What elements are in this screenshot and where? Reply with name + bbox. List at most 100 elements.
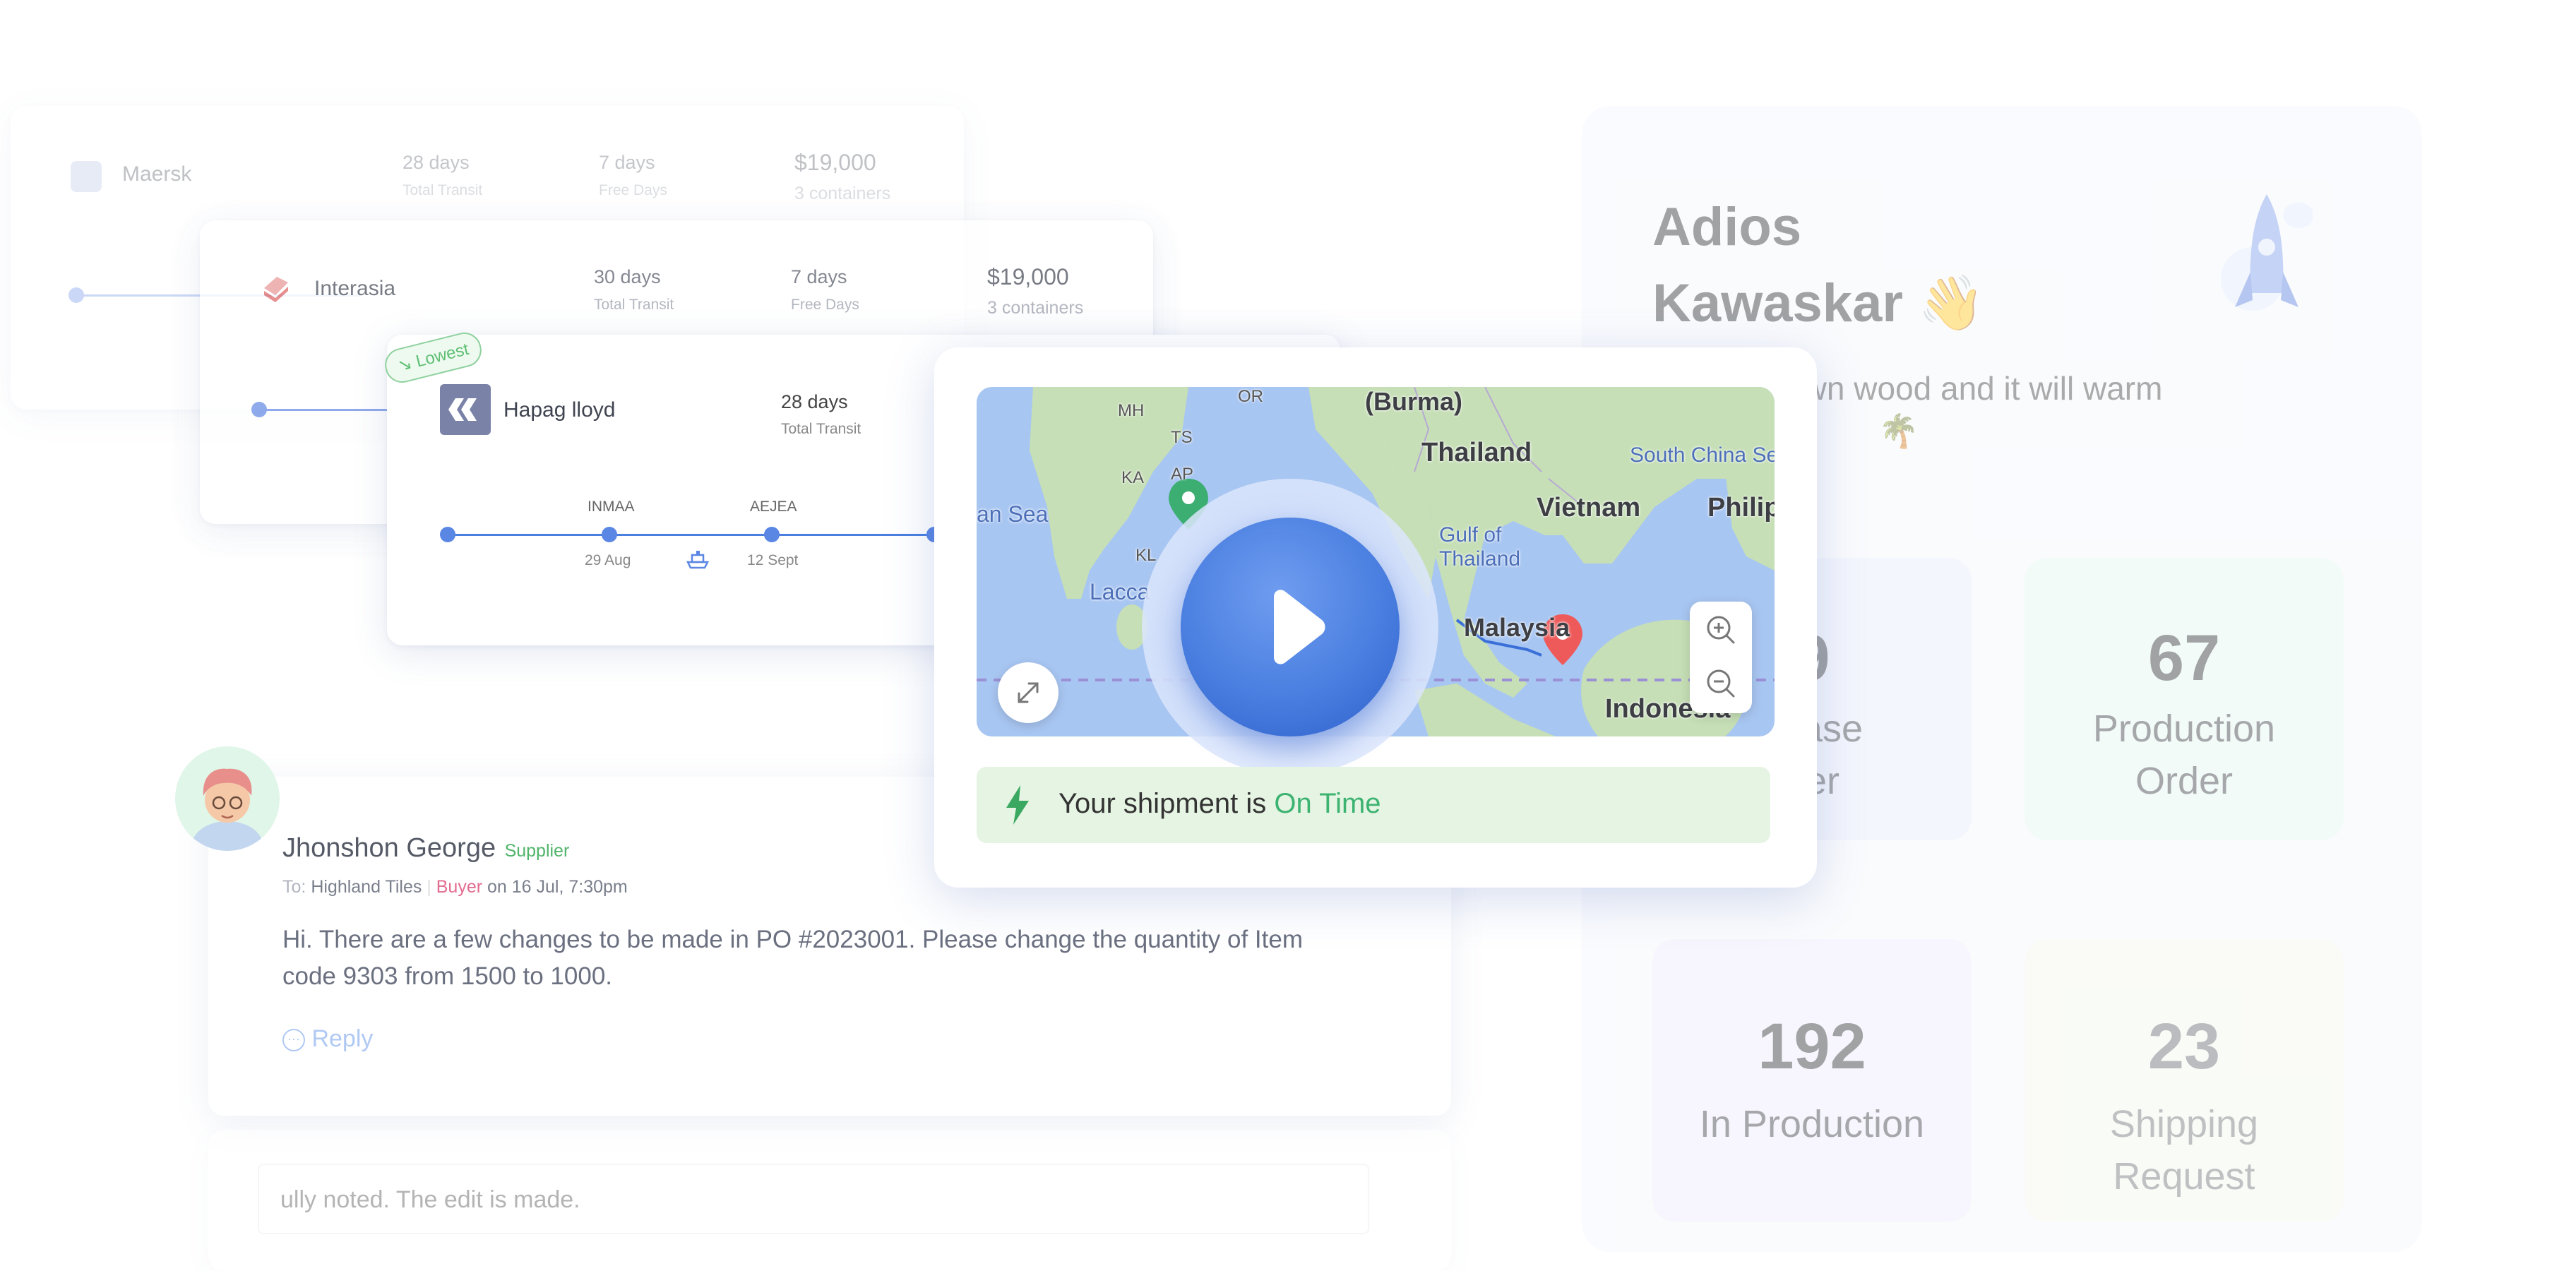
sender-name-text: Jhonshon George xyxy=(282,833,496,863)
stat-label-2: Request xyxy=(2113,1155,2255,1198)
map-label-south-china-sea: South China Sea xyxy=(1630,443,1775,467)
containers: 3 containers xyxy=(794,184,891,203)
map-label-philippines: Philip xyxy=(1707,493,1775,523)
zoom-controls xyxy=(1690,602,1752,713)
status-prefix: Your shipment is xyxy=(1059,788,1267,819)
transit-label: Total Transit xyxy=(402,182,483,198)
map-label-laccadive-sea: Lacca xyxy=(1090,579,1150,604)
map-label-ka: KA xyxy=(1121,468,1145,487)
sender-role-badge: Supplier xyxy=(504,841,570,861)
rocket-icon xyxy=(2214,194,2314,335)
stop-code-inmaa: INMAA xyxy=(588,499,635,515)
zoom-in-button[interactable] xyxy=(1700,609,1742,651)
recipient-name: Highland Tiles xyxy=(311,877,422,897)
message-body: Hi. There are a few changes to be made i… xyxy=(282,926,1303,990)
wave-emoji: 👋 xyxy=(1918,273,1985,333)
map-label-gulf-thailand: Gulf of Thailand xyxy=(1439,523,1538,571)
reply-icon: ··· xyxy=(282,1029,305,1052)
greeting-line-1: Adios xyxy=(1652,197,1802,257)
lowest-label: Lowest xyxy=(414,339,471,371)
route-dot xyxy=(251,402,267,417)
quote-line-1: r own wood and it will warm xyxy=(1765,370,2163,407)
map-label-thailand: Thailand xyxy=(1421,438,1532,467)
free-days-label: Free Days xyxy=(599,182,667,198)
free-days: 7 days xyxy=(791,266,847,287)
sender-name: Jhonshon George Supplier xyxy=(282,833,569,864)
greeting-title: Adios Kawaskar 👋 xyxy=(1652,189,1985,342)
map-label-burma: (Burma) xyxy=(1365,387,1463,416)
stat-value: 192 xyxy=(1758,1010,1866,1082)
reply-composer: ully noted. The edit is made. xyxy=(208,1130,1451,1271)
stat-label-1: In Production xyxy=(1699,1103,1925,1145)
zoom-out-button[interactable] xyxy=(1700,662,1742,705)
stop-date-aejea: 12 Sept xyxy=(747,552,799,568)
shipment-status-bar: Your shipment is On Time xyxy=(977,767,1770,843)
maersk-logo-icon xyxy=(71,161,102,192)
stat-label-1: Production xyxy=(2092,708,2276,750)
map-label-gulf-thailand-text: Gulf of Thailand xyxy=(1439,523,1521,571)
reply-input[interactable]: ully noted. The edit is made. xyxy=(258,1164,1369,1234)
hapag-logo-icon xyxy=(440,384,491,435)
map-label-vietnam: Vietnam xyxy=(1537,493,1641,523)
transit-days: 30 days xyxy=(594,266,661,287)
expand-icon xyxy=(1018,682,1039,703)
stat-label-1: Shipping xyxy=(2109,1103,2259,1145)
free-days-label: Free Days xyxy=(791,297,859,313)
map-label-andaman-sea: an Sea xyxy=(977,501,1049,527)
expand-map-button[interactable] xyxy=(998,662,1059,723)
route-dot-inmaa xyxy=(602,527,617,542)
recipient-role: Buyer xyxy=(436,877,483,897)
reply-input-text: ully noted. The edit is made. xyxy=(280,1186,580,1213)
route-line xyxy=(451,534,938,536)
quote-text: r own wood and it will warm 🌴 xyxy=(1765,367,2162,452)
transit-days: 28 days xyxy=(402,152,470,173)
transit-label: Total Transit xyxy=(594,297,674,313)
stop-code-aejea: AEJEA xyxy=(750,499,797,515)
stat-label-2: Order xyxy=(2135,760,2234,802)
trend-down-icon: ↘ xyxy=(395,353,415,376)
route-dot xyxy=(68,287,84,303)
route-dot-origin xyxy=(440,527,455,542)
avatar xyxy=(175,746,280,851)
price: $19,000 xyxy=(987,264,1069,290)
carrier-name: Maersk xyxy=(122,162,192,186)
palm-emoji: 🌴 xyxy=(1878,412,1919,449)
free-days: 7 days xyxy=(599,152,655,173)
ship-icon xyxy=(684,547,712,572)
reply-button[interactable]: ··· Reply xyxy=(282,1025,373,1053)
stat-value: 67 xyxy=(2147,622,2221,694)
message-timestamp: on 16 Jul, 7:30pm xyxy=(487,877,628,897)
carrier-name: Interasia xyxy=(314,277,396,300)
transit-days: 28 days xyxy=(781,391,848,412)
greeting-line-2: Kawaskar xyxy=(1652,273,1903,333)
zoom-in-icon xyxy=(1707,616,1735,644)
carrier-name: Hapag lloyd xyxy=(503,398,616,422)
price: $19,000 xyxy=(794,150,876,175)
lightning-icon xyxy=(1006,785,1029,825)
play-button[interactable] xyxy=(1181,518,1400,736)
stat-card-shipping-request[interactable]: 23 Shipping Request xyxy=(2025,939,2344,1222)
map-label-ap: AP xyxy=(1171,465,1194,484)
divider: | xyxy=(427,877,431,897)
message-meta: To: Highland Tiles | Buyer on 16 Jul, 7:… xyxy=(282,877,628,897)
play-icon xyxy=(1274,590,1325,664)
stop-date-inmaa: 29 Aug xyxy=(585,552,631,568)
map-label-kl: KL xyxy=(1135,546,1157,565)
shipment-status-text: Your shipment is On Time xyxy=(1059,788,1381,820)
map-label-mh: MH xyxy=(1118,401,1145,420)
map-label-ts: TS xyxy=(1171,428,1193,447)
containers: 3 containers xyxy=(987,298,1084,318)
status-value: On Time xyxy=(1274,788,1381,819)
map-label-south-china-sea-text: South China Sea xyxy=(1630,443,1775,467)
stat-card-in-production[interactable]: 192 In Production xyxy=(1652,939,1972,1222)
zoom-out-icon xyxy=(1707,669,1735,698)
stat-value: 23 xyxy=(2147,1010,2221,1082)
map-label-malaysia: Malaysia xyxy=(1464,613,1570,642)
map-label-or: OR xyxy=(1238,387,1263,406)
transit-label: Total Transit xyxy=(781,421,861,437)
interasia-logo-icon xyxy=(260,273,292,305)
stat-card-production-order[interactable]: 67 Production Order xyxy=(2025,558,2344,840)
to-label: To: xyxy=(282,877,306,897)
reply-label: Reply xyxy=(311,1025,374,1052)
route-dot-aejea xyxy=(764,527,780,542)
